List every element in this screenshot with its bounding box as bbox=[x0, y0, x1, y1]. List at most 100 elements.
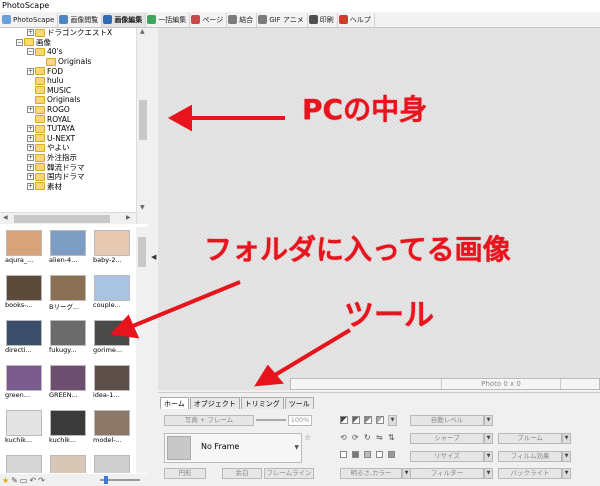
tab-help[interactable]: ヘルプ bbox=[338, 12, 375, 27]
frame-dropdown-icon[interactable]: ▼ bbox=[294, 444, 299, 451]
scroll-down-icon[interactable]: ▼ bbox=[140, 204, 145, 211]
expander-icon[interactable]: + bbox=[27, 106, 34, 114]
thumbnail-item[interactable]: kuchik... bbox=[47, 410, 89, 447]
tree-item[interactable]: Originals bbox=[0, 57, 136, 67]
flip-icon[interactable]: ⇋ bbox=[376, 433, 383, 442]
thumbnail-item[interactable]: books-... bbox=[3, 275, 45, 312]
mirror-icon[interactable]: ⇅ bbox=[388, 433, 395, 442]
tree-item[interactable]: + ROGO bbox=[0, 105, 136, 115]
tab-print[interactable]: 印刷 bbox=[308, 12, 338, 27]
photo-frame-button[interactable]: 写真 + フレーム bbox=[164, 415, 254, 426]
bloom-button[interactable]: ブルーム bbox=[498, 433, 562, 444]
scroll-right-icon[interactable]: ▶ bbox=[126, 214, 131, 221]
tree-item[interactable]: + TUTAYA bbox=[0, 124, 136, 134]
expander-icon[interactable]: + bbox=[27, 29, 34, 37]
tool-tab[interactable]: ツール bbox=[284, 397, 314, 409]
open-folder-icon[interactable]: ▭ bbox=[20, 476, 28, 485]
tree-item[interactable]: MUSIC bbox=[0, 86, 136, 96]
tab-photoscape[interactable]: PhotoScape bbox=[1, 12, 59, 27]
thumbnail-scrollbar[interactable] bbox=[136, 227, 148, 473]
favorite-star-icon[interactable]: ☆ bbox=[304, 433, 311, 442]
rotate-icon[interactable]: ↻ bbox=[364, 433, 371, 442]
expander-icon[interactable]: + bbox=[27, 173, 34, 181]
tool-tab[interactable]: ホーム bbox=[160, 397, 189, 409]
rename-icon[interactable]: ✎ bbox=[11, 476, 18, 485]
thumbnail-item[interactable]: green... bbox=[3, 365, 45, 402]
bloom-dropdown[interactable]: ▼ bbox=[562, 433, 571, 444]
brightness-dropdown[interactable]: ▼ bbox=[388, 415, 397, 426]
expander-icon[interactable]: + bbox=[27, 182, 34, 190]
frame-line-button[interactable]: フレームライン bbox=[264, 468, 314, 479]
thumbnail-item[interactable] bbox=[3, 455, 45, 473]
expander-icon[interactable]: + bbox=[27, 144, 34, 152]
margin-button[interactable]: 余白 bbox=[222, 468, 262, 479]
forward-icon[interactable]: ↷ bbox=[38, 476, 45, 485]
star-icon[interactable]: ★ bbox=[2, 476, 9, 485]
folder-tree[interactable]: + ドラゴンクエストX − 画像 −40's Originals + FOD hulu MUSIC… bbox=[0, 28, 136, 212]
brightness-mid-icon[interactable] bbox=[352, 416, 360, 424]
thumbnail-item[interactable] bbox=[91, 455, 133, 473]
tree-scroll-thumb[interactable] bbox=[139, 100, 147, 140]
brightness-color-button[interactable]: 明るさ,カラー bbox=[340, 468, 402, 479]
circle-button[interactable]: 円形 bbox=[164, 468, 206, 479]
resize-button[interactable]: リサイズ bbox=[410, 451, 484, 462]
tab-combine[interactable]: 結合 bbox=[227, 12, 258, 27]
tab-batch[interactable]: 一括編集 bbox=[146, 12, 191, 27]
thumbnail-size-slider[interactable] bbox=[100, 476, 140, 484]
tab-editor[interactable]: 画像編集 bbox=[102, 12, 147, 27]
tree-item[interactable]: + ドラゴンクエストX bbox=[0, 28, 136, 38]
brightness-high-icon[interactable] bbox=[364, 416, 372, 424]
tree-item[interactable]: + 国内ドラマ bbox=[0, 172, 136, 182]
thumbnail-item[interactable]: gorime... bbox=[91, 320, 133, 357]
thumbnail-item[interactable]: baby-2... bbox=[91, 230, 133, 267]
expander-icon[interactable]: + bbox=[27, 163, 34, 171]
sharpen-dropdown[interactable]: ▼ bbox=[484, 433, 493, 444]
tree-item[interactable]: + FOD bbox=[0, 66, 136, 76]
tree-item[interactable]: + 素材 bbox=[0, 182, 136, 192]
auto-level-button[interactable]: 自動レベル bbox=[410, 415, 484, 426]
tree-item[interactable]: − 40's bbox=[0, 47, 136, 57]
tree-item[interactable]: ROYAL bbox=[0, 114, 136, 124]
expander-icon[interactable]: + bbox=[27, 154, 34, 162]
filter-button[interactable]: フィルター bbox=[410, 468, 484, 479]
thumbnail-item[interactable]: aqura_... bbox=[3, 230, 45, 267]
backlight-dropdown[interactable]: ▼ bbox=[562, 468, 571, 479]
thumbnail-item[interactable]: GREEN... bbox=[47, 365, 89, 402]
pane-splitter[interactable]: ◀ bbox=[148, 28, 158, 486]
tab-viewer[interactable]: 画像閲覧 bbox=[58, 12, 103, 27]
tab-page[interactable]: ページ bbox=[190, 12, 228, 27]
rotate-right-icon[interactable]: ⟳ bbox=[352, 433, 359, 442]
thumbnail-scroll-thumb[interactable] bbox=[138, 237, 146, 267]
thumbnail-item[interactable]: kuchik... bbox=[3, 410, 45, 447]
stamp-icon[interactable] bbox=[376, 451, 383, 458]
auto-level-dropdown[interactable]: ▼ bbox=[484, 415, 493, 426]
blur-icon[interactable] bbox=[364, 451, 371, 458]
tree-item[interactable]: Originals bbox=[0, 95, 136, 105]
thumbnail-item[interactable]: model-... bbox=[91, 410, 133, 447]
tree-item[interactable]: − 画像 bbox=[0, 38, 136, 48]
tool-tab[interactable]: トリミング bbox=[240, 397, 284, 409]
resize-dropdown[interactable]: ▼ bbox=[484, 451, 493, 462]
thumbnail-item[interactable]: fukugy... bbox=[47, 320, 89, 357]
fill-icon[interactable] bbox=[388, 451, 395, 458]
back-icon[interactable]: ↶ bbox=[29, 476, 36, 485]
thumbnail-item[interactable]: idea-1... bbox=[91, 365, 133, 402]
tab-gif[interactable]: GIF アニメ bbox=[257, 12, 308, 27]
backlight-button[interactable]: バックライト bbox=[498, 468, 562, 479]
mosaic-icon[interactable] bbox=[352, 451, 359, 458]
scroll-up-icon[interactable]: ▲ bbox=[140, 28, 145, 35]
thumbnail-item[interactable]: directi... bbox=[3, 320, 45, 357]
thumbnail-item[interactable]: couple... bbox=[91, 275, 133, 312]
expander-icon[interactable]: − bbox=[16, 38, 23, 46]
tree-hscroll-thumb[interactable] bbox=[14, 215, 110, 223]
brightness-low-icon[interactable] bbox=[340, 416, 348, 424]
tree-horizontal-scrollbar[interactable]: ◀ ▶ bbox=[0, 212, 136, 224]
crop-icon[interactable] bbox=[340, 451, 347, 458]
slider-knob[interactable] bbox=[104, 476, 108, 484]
zoom-percent-field[interactable]: 100% bbox=[288, 415, 312, 426]
tool-tab[interactable]: オブジェクト bbox=[189, 397, 240, 409]
filter-dropdown[interactable]: ▼ bbox=[484, 468, 493, 479]
film-effect-button[interactable]: フィルム効果 bbox=[498, 451, 562, 462]
contrast-icon[interactable] bbox=[376, 416, 384, 424]
expander-icon[interactable]: + bbox=[27, 125, 34, 133]
